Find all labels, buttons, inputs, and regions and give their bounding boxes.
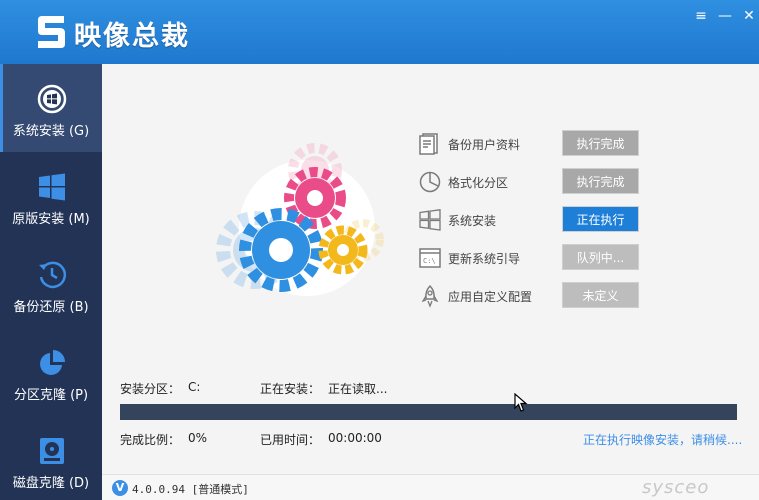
- disk-icon: [40, 438, 64, 464]
- step-status-badge: 执行完成: [562, 130, 639, 156]
- completion-ratio-label: 完成比例：: [120, 433, 181, 447]
- watermark: sysceo: [642, 477, 710, 498]
- gears-illustration: [216, 143, 384, 296]
- sidebar-item-disk-clone[interactable]: 磁盘克隆 (D): [0, 416, 102, 500]
- elapsed-time-label: 已用时间：: [260, 433, 321, 447]
- step-label: 更新系统引导: [448, 252, 521, 266]
- step-label: 应用自定义配置: [448, 290, 533, 304]
- step-backup-user-data: 备份用户资料 执行完成: [418, 130, 648, 158]
- installing-value: 正在读取...: [328, 382, 388, 396]
- app-logo-icon: [38, 16, 65, 48]
- step-status-badge: 未定义: [562, 282, 639, 308]
- history-clock-icon: [39, 261, 67, 289]
- step-update-boot: C:\ 更新系统引导 队列中...: [418, 244, 648, 272]
- mouse-cursor-icon: [514, 393, 528, 412]
- sidebar-item-backup-restore[interactable]: 备份还原 (B): [0, 240, 102, 328]
- sidebar-item-label: 备份还原 (B): [13, 300, 89, 315]
- sidebar-item-original-install[interactable]: 原版安装 (M): [0, 152, 102, 240]
- step-label: 格式化分区: [448, 176, 509, 190]
- installing-label: 正在安装：: [260, 382, 321, 396]
- status-bar: V 4.0.0.94 [普通模式] sysceo: [102, 474, 759, 500]
- completion-ratio-value: 0%: [188, 431, 208, 445]
- title-bar: 映像总裁 ≡ — ✕: [0, 0, 759, 64]
- step-label: 备份用户资料: [448, 138, 521, 152]
- document-icon: [419, 133, 438, 155]
- progress-bar: [120, 404, 737, 420]
- status-message: 正在执行映像安装，请稍候....: [583, 433, 743, 447]
- step-apply-config: 应用自定义配置 未定义: [418, 282, 648, 310]
- pie-chart-icon: [419, 171, 441, 193]
- sidebar-item-label: 分区克隆 (P): [13, 388, 89, 403]
- elapsed-time-value: 00:00:00: [328, 431, 382, 445]
- step-label: 系统安装: [448, 214, 497, 228]
- sidebar-item-label: 原版安装 (M): [12, 212, 90, 227]
- app-title: 映像总裁: [74, 21, 190, 52]
- rocket-icon: [421, 284, 439, 308]
- windows-disc-icon: [37, 84, 67, 114]
- partition-value: C:: [188, 380, 201, 394]
- sidebar-item-system-install[interactable]: 系统安装 (G): [0, 64, 102, 152]
- step-system-install: 系统安装 正在执行: [418, 206, 648, 234]
- step-format-partition: 格式化分区 执行完成: [418, 168, 648, 196]
- sidebar-item-partition-clone[interactable]: 分区克隆 (P): [0, 328, 102, 416]
- menu-icon[interactable]: ≡: [690, 7, 712, 25]
- sidebar-item-label: 系统安装 (G): [12, 124, 90, 139]
- sidebar: 系统安装 (G) 原版安装 (M) 备份还原 (B) 分区克隆 (P) 磁盘克隆…: [0, 64, 102, 500]
- step-status-badge: 执行完成: [562, 168, 639, 194]
- step-status-badge: 队列中...: [562, 244, 639, 270]
- windows-logo-icon: [419, 209, 441, 231]
- sidebar-item-label: 磁盘克隆 (D): [12, 476, 90, 491]
- minimize-button[interactable]: —: [714, 7, 736, 25]
- pie-chart-icon: [40, 350, 65, 375]
- step-status-badge: 正在执行: [562, 206, 639, 232]
- version-text: 4.0.0.94 [普通模式]: [132, 483, 249, 496]
- close-button[interactable]: ✕: [738, 7, 759, 25]
- svg-text:C:\: C:\: [423, 257, 436, 265]
- console-icon: C:\: [419, 248, 441, 268]
- windows-logo-icon: [39, 173, 65, 201]
- partition-label: 安装分区：: [120, 382, 181, 396]
- version-badge-icon: V: [112, 480, 128, 496]
